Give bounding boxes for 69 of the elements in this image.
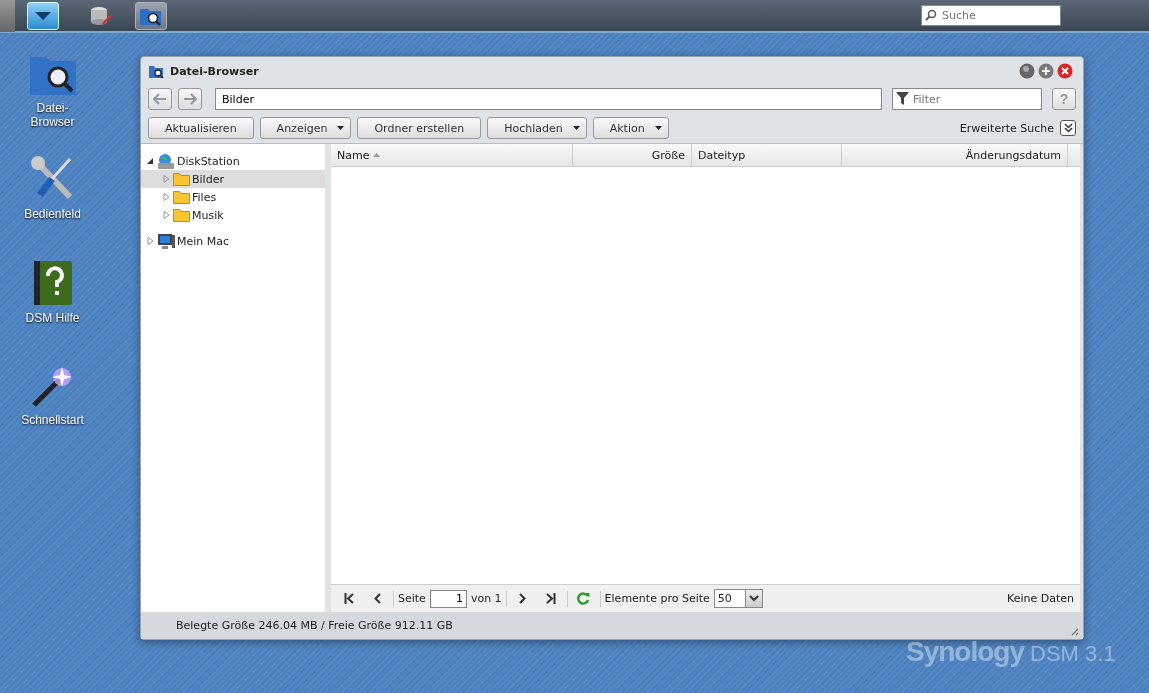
column-header[interactable]: Größe [573, 144, 692, 166]
tree-node[interactable]: DiskStation [141, 152, 325, 170]
toolbar-button[interactable]: Anzeigen [259, 117, 352, 139]
toolbar-button[interactable]: Hochladen [487, 117, 587, 139]
close-button[interactable] [1057, 63, 1073, 79]
help-book-icon[interactable] [31, 259, 74, 307]
column-header[interactable]: Dateityp [692, 144, 842, 166]
forward-button[interactable] [178, 88, 202, 110]
folder-search-icon [148, 63, 164, 79]
tree-node[interactable]: Files [141, 188, 325, 206]
taskbar-handle[interactable] [0, 0, 15, 32]
toolbar-button[interactable]: Aktion [592, 117, 669, 139]
tree-node[interactable]: Bilder [141, 170, 325, 188]
chevron-down-icon [748, 595, 759, 602]
arrow-left-icon [153, 93, 167, 105]
caret-icon [337, 126, 345, 130]
page-label: Seite [398, 592, 426, 605]
resize-grip-icon[interactable] [1069, 626, 1079, 636]
collapsed-arrow-icon[interactable] [163, 193, 170, 201]
double-chevron-down-icon [1063, 123, 1073, 133]
desktop-icon-label[interactable]: Datei-Browser [16, 101, 89, 129]
folder-icon [173, 172, 190, 186]
arrow-right-icon [183, 93, 197, 105]
folder-icon [173, 190, 190, 204]
chevron-right-icon [519, 593, 527, 604]
filter-field[interactable]: Filter [892, 88, 1042, 110]
file-browser-app-button[interactable] [135, 1, 167, 30]
items-per-page-dropdown[interactable]: 50 [713, 589, 763, 608]
column-header[interactable]: Name [331, 144, 573, 166]
search-field[interactable]: Suche [921, 5, 1061, 26]
computer-icon [157, 232, 175, 250]
last-page-icon [545, 593, 556, 604]
server-globe-icon [157, 152, 175, 170]
desktop-icon-label[interactable]: Bedienfeld [16, 207, 89, 221]
window-title: Datei-Browser [170, 64, 259, 78]
product-version: DSM 3.1 [1030, 641, 1116, 667]
expand-button[interactable] [1060, 120, 1076, 136]
items-per-page-label: Elemente pro Seite [604, 592, 710, 605]
minimize-button[interactable] [1019, 63, 1035, 79]
collapsed-arrow-icon[interactable] [163, 211, 170, 219]
caret-icon [572, 126, 580, 130]
first-page-icon [344, 593, 354, 604]
triangle-down-icon [34, 10, 52, 21]
column-header[interactable]: Änderungsdatum [842, 144, 1068, 166]
desktop-icon-label[interactable]: DSM Hilfe [16, 311, 89, 325]
page-count: von 1 [470, 592, 502, 605]
toolbar-button[interactable]: Aktualisieren [148, 117, 254, 139]
brand-name: Synology [906, 636, 1024, 668]
storage-usage-text: Belegte Größe 246.04 MB / Freie Größe 912.11 GB [176, 619, 454, 632]
folder-icon [173, 208, 190, 222]
desktop-icon-label[interactable]: Schnellstart [16, 413, 89, 427]
search-icon [925, 9, 937, 21]
tree-node[interactable]: Musik [141, 206, 325, 224]
expanded-arrow-icon[interactable] [147, 157, 154, 165]
collapsed-arrow-icon[interactable] [147, 237, 154, 245]
chevron-left-icon [373, 593, 381, 604]
page-number-field[interactable]: 1 [429, 589, 467, 608]
back-button[interactable] [148, 88, 172, 110]
filter-icon [896, 92, 909, 105]
caret-icon [654, 126, 662, 130]
maximize-button[interactable] [1038, 63, 1054, 79]
tree-node[interactable]: Mein Mac [141, 232, 325, 250]
sort-ascending-icon [373, 153, 381, 157]
toolbar-button[interactable]: Ordner erstellen [357, 117, 482, 139]
advanced-search-link[interactable]: Erweiterte Suche [959, 121, 1054, 135]
refresh-icon [577, 592, 591, 605]
no-data-text: Keine Daten [1007, 592, 1074, 605]
path-field[interactable]: Bilder [215, 88, 882, 110]
main-menu-button[interactable] [27, 1, 59, 30]
